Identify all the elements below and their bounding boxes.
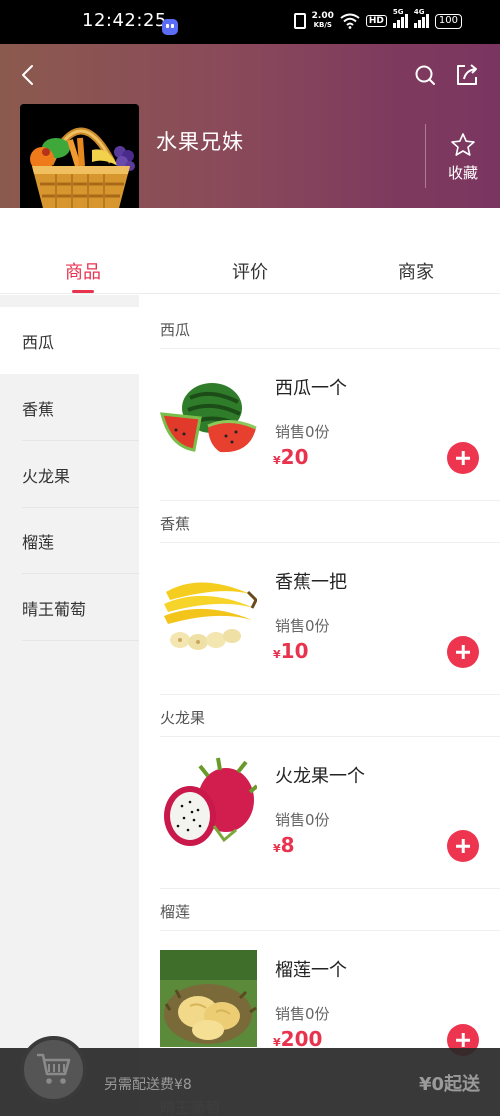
- tab-bar: 商品 评价 商家: [0, 208, 500, 294]
- sidebar-item-banana[interactable]: 香蕉: [0, 374, 139, 441]
- product-list: 西瓜 西瓜一个 销售0份 ¥20 香蕉 香蕉一把 销售0份 ¥10 火龙果 火龙…: [139, 295, 500, 1116]
- hd-badge: HD: [365, 15, 387, 27]
- cart-button[interactable]: [20, 1036, 87, 1103]
- product-name: 西瓜一个: [275, 378, 347, 399]
- signal-5g-icon: 5G: [392, 8, 408, 28]
- sidebar-item-watermelon[interactable]: 西瓜: [0, 307, 139, 374]
- fruit-basket-logo: [20, 104, 139, 223]
- durian-image[interactable]: [160, 950, 257, 1047]
- sidebar-item-durian[interactable]: 榴莲: [0, 507, 139, 574]
- network-speed-value: 2.00: [311, 11, 334, 21]
- tab-reviews[interactable]: 评价: [232, 258, 268, 284]
- sidebar-item-label: 香蕉: [22, 399, 55, 419]
- category-header: 火龙果: [160, 709, 206, 727]
- tab-active-indicator: [72, 290, 94, 293]
- product-sales: 销售0份: [275, 1005, 330, 1023]
- product-name: 香蕉一把: [275, 572, 347, 593]
- cart-bar: 另需配送费¥8 ¥0起送: [0, 1036, 500, 1116]
- sidebar-item-label: 榴莲: [22, 532, 55, 552]
- dragon-fruit-image[interactable]: [160, 756, 257, 853]
- status-time: 12:42:25: [82, 10, 167, 31]
- sidebar-item-shine-muscat[interactable]: 晴王葡萄: [0, 574, 139, 641]
- shop-name: 水果兄妹: [156, 130, 244, 154]
- battery-indicator: 100: [434, 13, 462, 29]
- sidebar-item-label: 晴王葡萄: [22, 599, 87, 619]
- product-price: ¥10: [273, 639, 309, 663]
- product-sales: 销售0份: [275, 617, 330, 635]
- shop-logo: [20, 104, 139, 223]
- shop-header: 水果兄妹 收藏: [0, 44, 500, 223]
- network-speed: 2.00 KB/S: [312, 12, 334, 30]
- product-name: 榴莲一个: [275, 960, 347, 981]
- category-header: 榴莲: [160, 903, 191, 921]
- delivery-fee-text: 另需配送费¥8: [104, 1077, 192, 1093]
- vibrate-icon: [293, 13, 306, 29]
- signal-4g-label: 4G: [413, 8, 425, 16]
- header-divider: [425, 124, 426, 188]
- star-icon: [451, 133, 475, 156]
- sidebar-item-label: 西瓜: [22, 332, 55, 352]
- tab-merchant[interactable]: 商家: [398, 258, 434, 284]
- product-name: 火龙果一个: [275, 766, 365, 787]
- banana-image[interactable]: [160, 562, 257, 659]
- category-header: 西瓜: [160, 321, 191, 339]
- wifi-icon: [340, 13, 360, 29]
- product-price: ¥8: [273, 833, 295, 857]
- favorite-label: 收藏: [447, 164, 478, 182]
- add-to-cart-button[interactable]: [447, 636, 479, 668]
- favorite-button[interactable]: 收藏: [440, 132, 486, 192]
- status-bar: 12:42:25 2.00 KB/S HD 5G 4G 100: [0, 0, 500, 44]
- shopping-cart-icon: [37, 1053, 71, 1084]
- search-icon[interactable]: [414, 64, 436, 86]
- sidebar-item-dragon-fruit[interactable]: 火龙果: [0, 441, 139, 508]
- product-sales: 销售0份: [275, 423, 330, 441]
- network-speed-unit: KB/S: [313, 21, 332, 29]
- product-price: ¥20: [273, 445, 309, 469]
- app-notification-icon: [162, 19, 178, 35]
- share-icon[interactable]: [454, 62, 480, 88]
- product-sales: 销售0份: [275, 811, 330, 829]
- signal-4g-icon: 4G: [413, 8, 429, 28]
- watermelon-image[interactable]: [160, 368, 257, 465]
- add-to-cart-button[interactable]: [447, 442, 479, 474]
- status-indicators: 2.00 KB/S HD 5G 4G 100: [293, 8, 462, 30]
- category-sidebar: 西瓜 香蕉 火龙果 榴莲 晴王葡萄: [0, 295, 139, 1116]
- tab-goods[interactable]: 商品: [65, 258, 101, 284]
- partially-hidden-category: 晴王葡萄: [160, 1099, 221, 1116]
- back-icon[interactable]: [18, 64, 40, 86]
- add-to-cart-button[interactable]: [447, 830, 479, 862]
- sidebar-item-label: 火龙果: [22, 466, 71, 486]
- signal-5g-label: 5G: [392, 8, 404, 16]
- min-order-button[interactable]: ¥0起送: [419, 1070, 480, 1096]
- category-header: 香蕉: [160, 515, 191, 533]
